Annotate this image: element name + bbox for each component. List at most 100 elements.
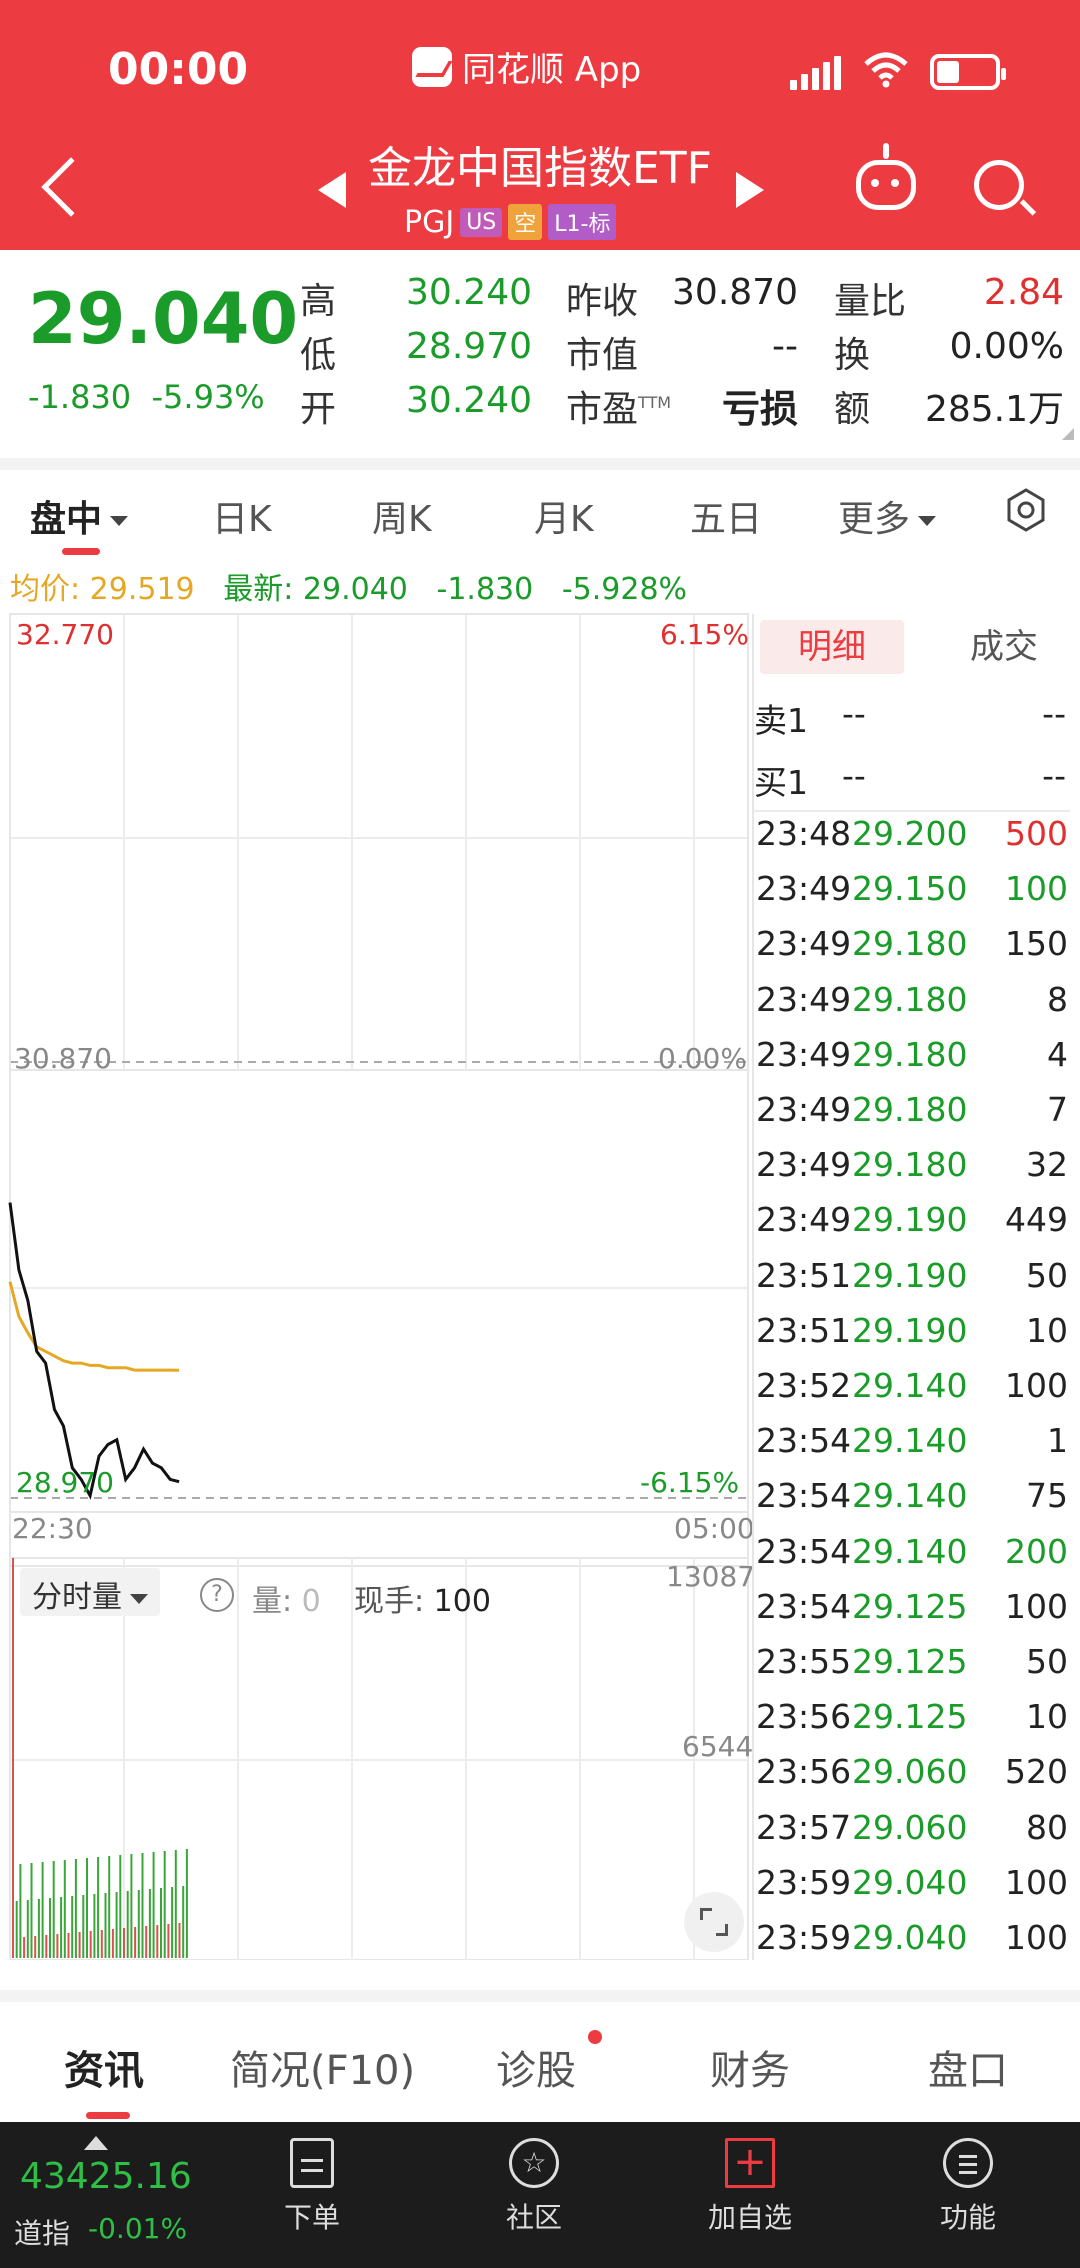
expand-corner-icon[interactable] [1062, 428, 1074, 440]
trade-row: 23:48 29.200 500 [756, 814, 1068, 869]
function-label: 功能 [939, 2201, 996, 2234]
tab-weekly[interactable]: 周K [372, 490, 432, 542]
trade-price: 29.190 [852, 1310, 968, 1350]
volume-mid-label: 6544 [682, 1730, 754, 1763]
tab-intraday[interactable]: 盘中 [30, 490, 129, 542]
tab-trades[interactable]: 成交 [954, 620, 1054, 674]
trade-row: 23:54 29.140 75 [756, 1476, 1068, 1531]
tab-monthly[interactable]: 月K [534, 490, 594, 542]
volume-selector-label: 分时量 [32, 1580, 122, 1615]
prev-close-value: 30.870 [672, 272, 798, 313]
trade-volume: 80 [1026, 1807, 1068, 1847]
trade-volume: 520 [1005, 1752, 1068, 1792]
divider [754, 810, 1070, 812]
next-stock-icon[interactable] [736, 172, 764, 208]
volume-bar [174, 1850, 177, 1958]
tab-intraday-label: 盘中 [30, 499, 103, 540]
trade-row: 23:49 29.180 150 [756, 924, 1068, 979]
pct-label-bottom: -6.15% [640, 1466, 740, 1499]
trade-price: 29.140 [852, 1366, 968, 1405]
trade-row: 23:54 29.140 200 [756, 1532, 1068, 1587]
volume-bar [104, 1893, 107, 1958]
trade-volume: 7 [1047, 1090, 1068, 1129]
trade-row: 23:54 29.140 1 [756, 1421, 1068, 1476]
prev-close-label: 昨收 [566, 281, 639, 322]
tab-finance[interactable]: 财务 [710, 2038, 790, 2096]
trade-volume: 10 [1026, 1310, 1068, 1350]
robot-assistant-icon[interactable] [856, 143, 916, 210]
tab-news[interactable]: 资讯 [64, 2038, 144, 2096]
tab-daily[interactable]: 日K [212, 490, 272, 542]
trade-row: 23:49 29.180 4 [756, 1035, 1068, 1090]
volume-bar [45, 1935, 48, 1958]
volume-bar [71, 1896, 74, 1958]
volume-bars [12, 1558, 188, 1958]
volume-bar [171, 1887, 174, 1958]
current-hand: 现手: 100 [354, 1576, 491, 1620]
volume-bar [60, 1897, 63, 1958]
volume-bar [185, 1849, 188, 1958]
volume-bar [111, 1929, 114, 1958]
tab-profile[interactable]: 简况(F10) [230, 2038, 415, 2096]
mkt-cap-label: 市值 [566, 335, 639, 376]
add-watchlist-button[interactable]: + 加自选 [690, 2138, 810, 2236]
community-button[interactable]: ☆ 社区 [474, 2138, 594, 2236]
trade-price: 29.140 [852, 1531, 968, 1571]
volume-selector[interactable]: 分时量 [20, 1568, 160, 1616]
trade-price: 29.060 [852, 1807, 968, 1847]
trade-price: 29.180 [852, 1145, 968, 1185]
volume-bar [182, 1886, 185, 1958]
order-button[interactable]: 下单 [252, 2138, 372, 2236]
volume-bar [100, 1930, 103, 1958]
chevron-down-icon [110, 516, 129, 526]
trade-price: 29.200 [852, 814, 968, 853]
chevron-down-icon [130, 1593, 148, 1604]
high-label: 高 [300, 281, 337, 322]
tab-more[interactable]: 更多 [838, 490, 937, 542]
function-button[interactable]: 功能 [908, 2138, 1028, 2236]
qty-label: 量: [252, 1584, 293, 1619]
volume-bar [41, 1862, 44, 1958]
tab-detail[interactable]: 明细 [760, 620, 904, 674]
trade-row: 23:49 29.190 449 [756, 1200, 1068, 1255]
open-value: 30.240 [406, 380, 532, 421]
turnover-label: 换 [834, 335, 871, 376]
volume-bar [148, 1889, 151, 1958]
add-watchlist-label: 加自选 [707, 2201, 792, 2234]
tab-diagnosis[interactable]: 诊股 [496, 2038, 576, 2096]
pct-label-mid: 0.00% [658, 1042, 747, 1075]
volume-bar [152, 1852, 155, 1958]
volume-bar [12, 1558, 14, 1958]
buy1-vol: -- [1042, 756, 1066, 795]
trade-volume: 500 [1005, 814, 1068, 853]
amount-value: 285.1万 [924, 389, 1064, 430]
trade-price: 29.180 [852, 924, 968, 964]
tab-orderbook[interactable]: 盘口 [928, 2038, 1008, 2096]
tab-five-day[interactable]: 五日 [690, 490, 762, 542]
help-icon[interactable]: ? [200, 1578, 234, 1612]
trade-time: 23:49 [756, 924, 852, 964]
volume-bar [178, 1923, 181, 1958]
settings-icon[interactable] [1004, 488, 1048, 532]
short-tag: 空 [508, 204, 543, 240]
community-label: 社区 [505, 2201, 562, 2234]
document-icon [290, 2138, 334, 2188]
index-value[interactable]: 43425.16 [20, 2156, 192, 2197]
fullscreen-icon[interactable] [684, 1892, 744, 1952]
trade-price: 29.190 [852, 1255, 968, 1295]
trade-volume: 8 [1047, 979, 1068, 1019]
trade-row: 23:56 29.125 10 [756, 1697, 1068, 1752]
expand-up-icon[interactable] [84, 2136, 108, 2150]
volume-bar [26, 1900, 29, 1958]
trade-time: 23:49 [756, 869, 852, 909]
vol-ratio-value: 2.84 [983, 272, 1064, 313]
mkt-cap-value: -- [772, 326, 798, 367]
volume-bar [167, 1924, 170, 1958]
trade-time: 23:54 [756, 1476, 852, 1516]
trade-row: 23:51 29.190 50 [756, 1256, 1068, 1311]
trade-volume: 32 [1026, 1145, 1068, 1185]
trade-volume: 449 [1005, 1200, 1068, 1240]
app-logo-icon [412, 46, 452, 87]
volume-bar [160, 1888, 162, 1958]
search-icon[interactable] [974, 160, 1024, 210]
